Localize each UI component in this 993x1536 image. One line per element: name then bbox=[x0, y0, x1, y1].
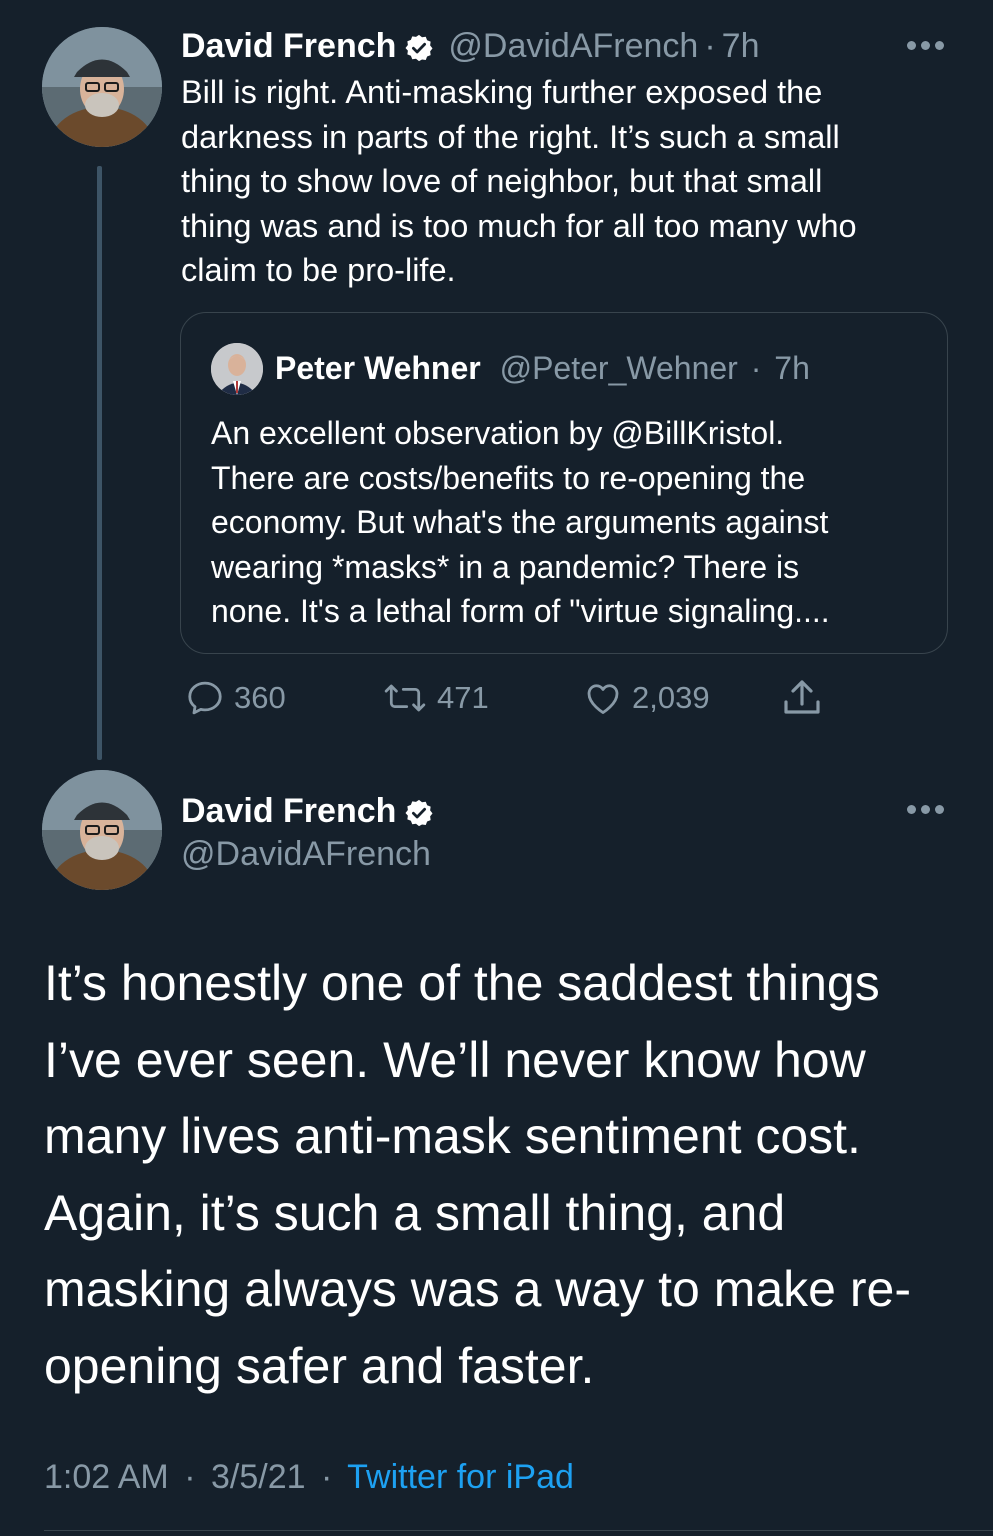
tweet-body-text: Bill is right. Anti-masking further expo… bbox=[181, 74, 857, 288]
share-icon bbox=[784, 680, 820, 714]
more-icon[interactable] bbox=[907, 41, 947, 51]
focused-more-icon[interactable] bbox=[907, 805, 947, 815]
quoted-tweet-card[interactable]: Peter Wehner @Peter_Wehner · 7h An excel… bbox=[180, 312, 948, 654]
quoted-author-handle: @Peter_Wehner bbox=[499, 350, 738, 386]
quoted-tweet-timestamp: 7h bbox=[774, 350, 810, 386]
author-avatar[interactable] bbox=[42, 27, 162, 147]
focused-tweet-header: David French @DavidAFrench bbox=[181, 790, 448, 876]
tweet-source-link[interactable]: Twitter for iPad bbox=[347, 1458, 574, 1496]
meta-separator-2: · bbox=[320, 1458, 333, 1496]
quoted-header-separator: · bbox=[750, 350, 762, 386]
tweet-thread-page: David French @DavidAFrench · 7h Bill is … bbox=[0, 0, 993, 1536]
heart-icon bbox=[587, 684, 619, 714]
tweet-timestamp[interactable]: 7h bbox=[722, 25, 760, 67]
focused-tweet-text: It’s honestly one of the saddest things … bbox=[44, 955, 911, 1394]
reply-icon bbox=[188, 681, 222, 715]
focused-verified-badge-icon bbox=[404, 796, 434, 827]
bottom-divider bbox=[44, 1530, 993, 1531]
quoted-author-avatar bbox=[211, 343, 263, 395]
quoted-tweet-header: Peter Wehner @Peter_Wehner · 7h bbox=[275, 347, 810, 389]
focused-name-row: David French bbox=[181, 790, 448, 832]
focused-avatar-photo bbox=[42, 770, 162, 890]
like-count: 2,039 bbox=[632, 680, 710, 715]
quoted-avatar-photo bbox=[211, 343, 263, 395]
focused-author-display-name[interactable]: David French bbox=[181, 790, 396, 832]
tweet-header: David French @DavidAFrench · 7h bbox=[181, 25, 759, 67]
author-handle[interactable]: @DavidAFrench bbox=[448, 25, 698, 67]
quoted-tweet-text: An excellent observation by @BillKristol… bbox=[211, 415, 830, 629]
focused-author-avatar[interactable] bbox=[42, 770, 162, 890]
tweet-action-bar: 360 471 2,039 bbox=[0, 670, 993, 726]
retweet-count: 471 bbox=[437, 680, 489, 715]
reply-count: 360 bbox=[234, 680, 286, 715]
like-button[interactable]: 2,039 bbox=[582, 670, 710, 726]
share-button[interactable] bbox=[778, 670, 834, 726]
author-display-name[interactable]: David French bbox=[181, 25, 396, 67]
focused-author-handle[interactable]: @DavidAFrench bbox=[181, 832, 448, 876]
tweet-time: 1:02 AM bbox=[44, 1458, 169, 1496]
header-separator: · bbox=[704, 27, 716, 65]
meta-separator-1: · bbox=[184, 1458, 196, 1496]
avatar-photo bbox=[42, 27, 162, 147]
reply-button[interactable]: 360 bbox=[184, 670, 286, 726]
retweet-button[interactable]: 471 bbox=[381, 670, 489, 726]
tweet-metadata: 1:02 AM · 3/5/21 · Twitter for iPad bbox=[44, 1455, 574, 1499]
quoted-author-display-name: Peter Wehner bbox=[275, 350, 481, 386]
verified-badge-icon bbox=[404, 31, 434, 62]
tweet-date: 3/5/21 bbox=[210, 1458, 306, 1496]
retweet-icon bbox=[384, 684, 426, 712]
